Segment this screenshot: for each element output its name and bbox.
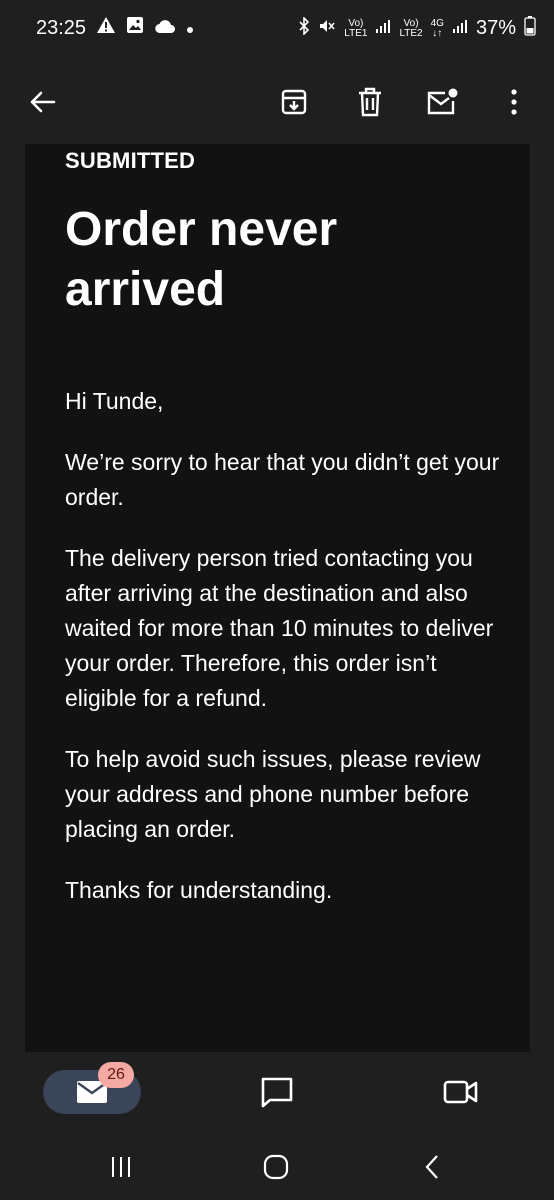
- system-back-button[interactable]: [412, 1150, 452, 1184]
- battery-icon: [524, 16, 536, 41]
- chat-icon: [261, 1077, 293, 1108]
- archive-icon: [281, 89, 307, 115]
- cloud-icon: [154, 17, 176, 40]
- more-options-button[interactable]: [490, 78, 538, 126]
- paragraph: We’re sorry to hear that you didn’t get …: [65, 449, 500, 510]
- trash-icon: [359, 87, 381, 117]
- system-navigation-bar: [0, 1134, 554, 1200]
- chevron-left-icon: [425, 1155, 438, 1179]
- paragraph: The delivery person tried contacting you…: [65, 545, 494, 711]
- status-label: SUBMITTED: [65, 148, 196, 173]
- gallery-icon: [126, 16, 144, 40]
- back-button[interactable]: [18, 78, 66, 126]
- signal-icon: [375, 18, 391, 39]
- nav-chat-tab[interactable]: [257, 1072, 297, 1112]
- warning-icon: [96, 16, 116, 40]
- delete-button[interactable]: [346, 78, 394, 126]
- more-vert-icon: [511, 89, 517, 115]
- paragraph: To help avoid such issues, please review…: [65, 746, 481, 842]
- sim1-label: Vo) LTE1: [344, 17, 368, 39]
- greeting: Hi Tunde,: [65, 388, 164, 414]
- network-type-label: 4G ↓↑: [430, 17, 444, 39]
- unread-count-badge: 26: [98, 1062, 134, 1088]
- home-icon: [263, 1154, 289, 1180]
- email-body: SUBMITTED Order never arrived Hi Tunde, …: [25, 144, 530, 1052]
- recent-apps-button[interactable]: [101, 1150, 141, 1184]
- email-title: Order never arrived: [65, 203, 338, 316]
- recent-apps-icon: [112, 1157, 130, 1177]
- clock: 23:25: [36, 16, 87, 39]
- archive-button[interactable]: [270, 78, 318, 126]
- video-camera-icon: [443, 1080, 478, 1104]
- back-arrow-icon: [30, 91, 56, 113]
- nav-meet-tab[interactable]: [441, 1072, 481, 1112]
- mark-unread-button[interactable]: [418, 78, 466, 126]
- status-bar: 23:25 Vo) LTE1 Vo) LTE2 4G ↓↑ 37%: [0, 0, 554, 62]
- home-button[interactable]: [256, 1150, 296, 1184]
- app-bar: [0, 62, 554, 144]
- mark-unread-icon: [427, 88, 458, 115]
- closing: Thanks for understanding.: [65, 877, 333, 903]
- mute-icon: [318, 17, 336, 40]
- battery-percent: 37%: [475, 17, 516, 39]
- notification-dot-icon: [186, 17, 194, 40]
- sim2-label: Vo) LTE2: [399, 17, 423, 39]
- bottom-navigation: 26: [0, 1052, 554, 1134]
- bluetooth-icon: [298, 16, 310, 40]
- signal-icon: [452, 18, 468, 39]
- message-text: Hi Tunde, We’re sorry to hear that you d…: [65, 384, 505, 934]
